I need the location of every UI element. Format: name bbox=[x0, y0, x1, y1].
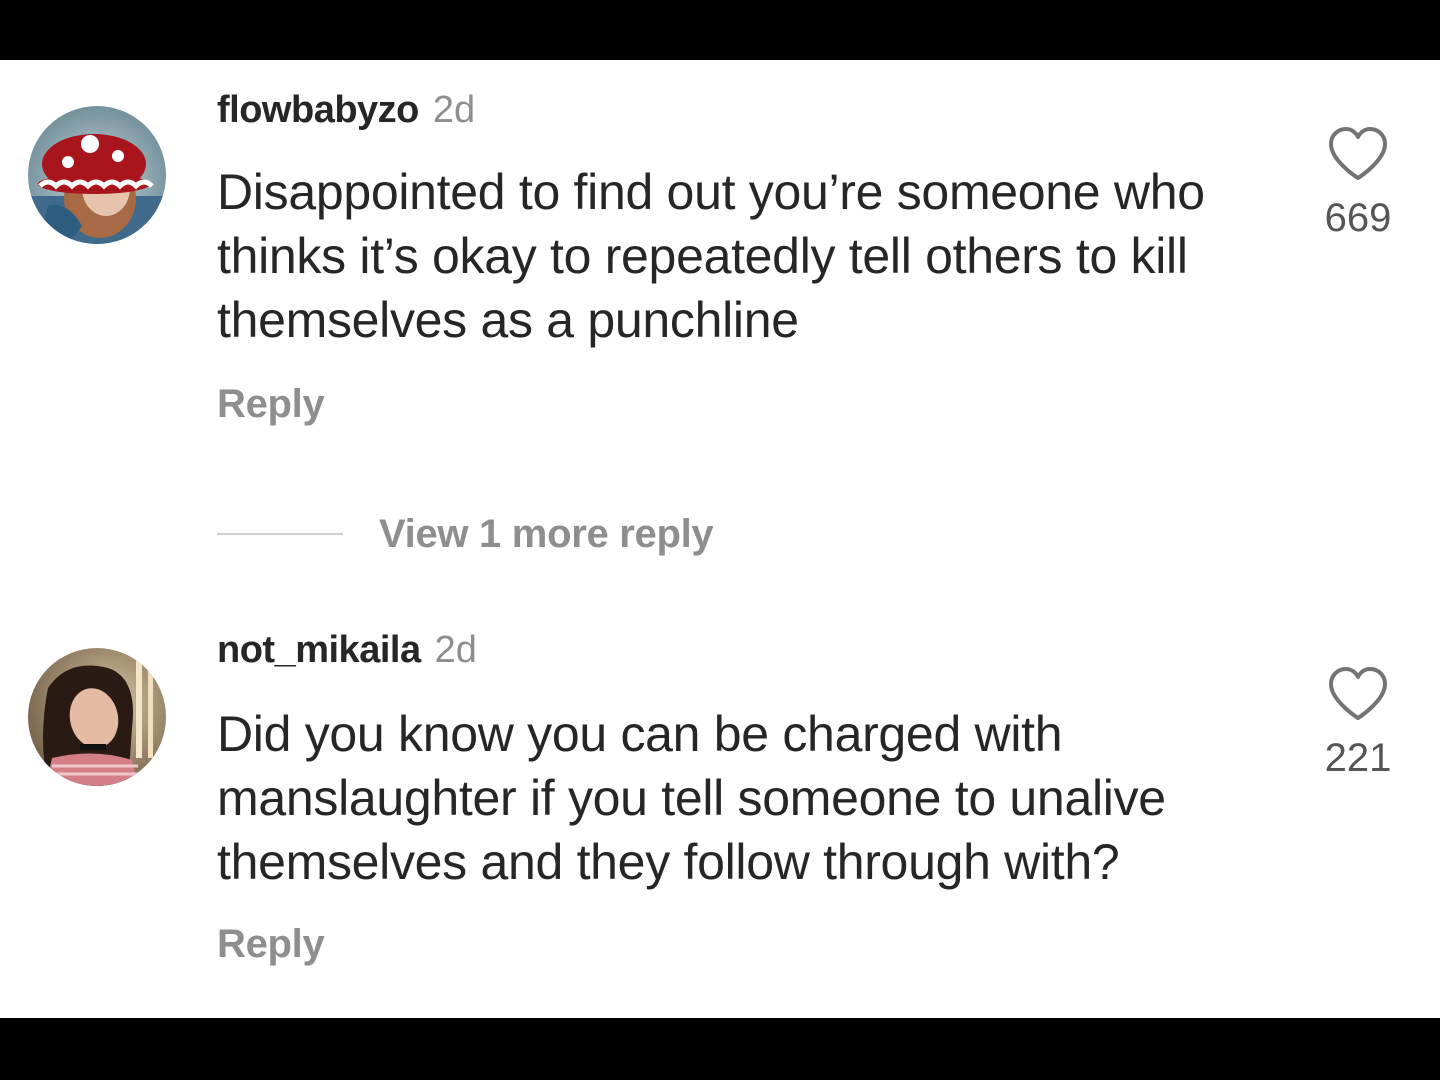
like-count: 669 bbox=[1324, 196, 1392, 240]
like-control: 669 bbox=[1310, 126, 1406, 242]
comment-username[interactable]: not_mikaila bbox=[217, 629, 421, 671]
comment-timestamp: 2d bbox=[432, 89, 476, 131]
comment-meta: flowbabyzo 2d bbox=[217, 88, 475, 132]
reply-button[interactable]: Reply bbox=[217, 380, 325, 428]
like-control: 221 bbox=[1310, 666, 1406, 782]
comment-meta: not_mikaila 2d bbox=[217, 628, 477, 672]
comment-username[interactable]: flowbabyzo bbox=[217, 89, 419, 131]
profile-photo-icon bbox=[28, 648, 166, 786]
avatar[interactable] bbox=[28, 106, 166, 244]
view-more-label: View 1 more reply bbox=[379, 512, 714, 556]
avatar[interactable] bbox=[28, 648, 166, 786]
heart-icon[interactable] bbox=[1327, 126, 1389, 182]
view-more-replies-button[interactable]: View 1 more reply bbox=[217, 510, 714, 558]
comment-text: Disappointed to find out you’re someone … bbox=[217, 164, 1205, 348]
heart-icon[interactable] bbox=[1327, 666, 1389, 722]
profile-photo-icon bbox=[28, 106, 166, 244]
comment-timestamp: 2d bbox=[434, 629, 477, 671]
screenshot-frame: flowbabyzo 2d Disappointed to find out yo… bbox=[0, 0, 1440, 1080]
like-count: 221 bbox=[1324, 736, 1392, 780]
comments-panel: flowbabyzo 2d Disappointed to find out yo… bbox=[0, 60, 1440, 1018]
comment-text: Did you know you can be charged with man… bbox=[217, 706, 1166, 890]
reply-button[interactable]: Reply bbox=[217, 920, 325, 968]
divider-line bbox=[217, 533, 343, 535]
